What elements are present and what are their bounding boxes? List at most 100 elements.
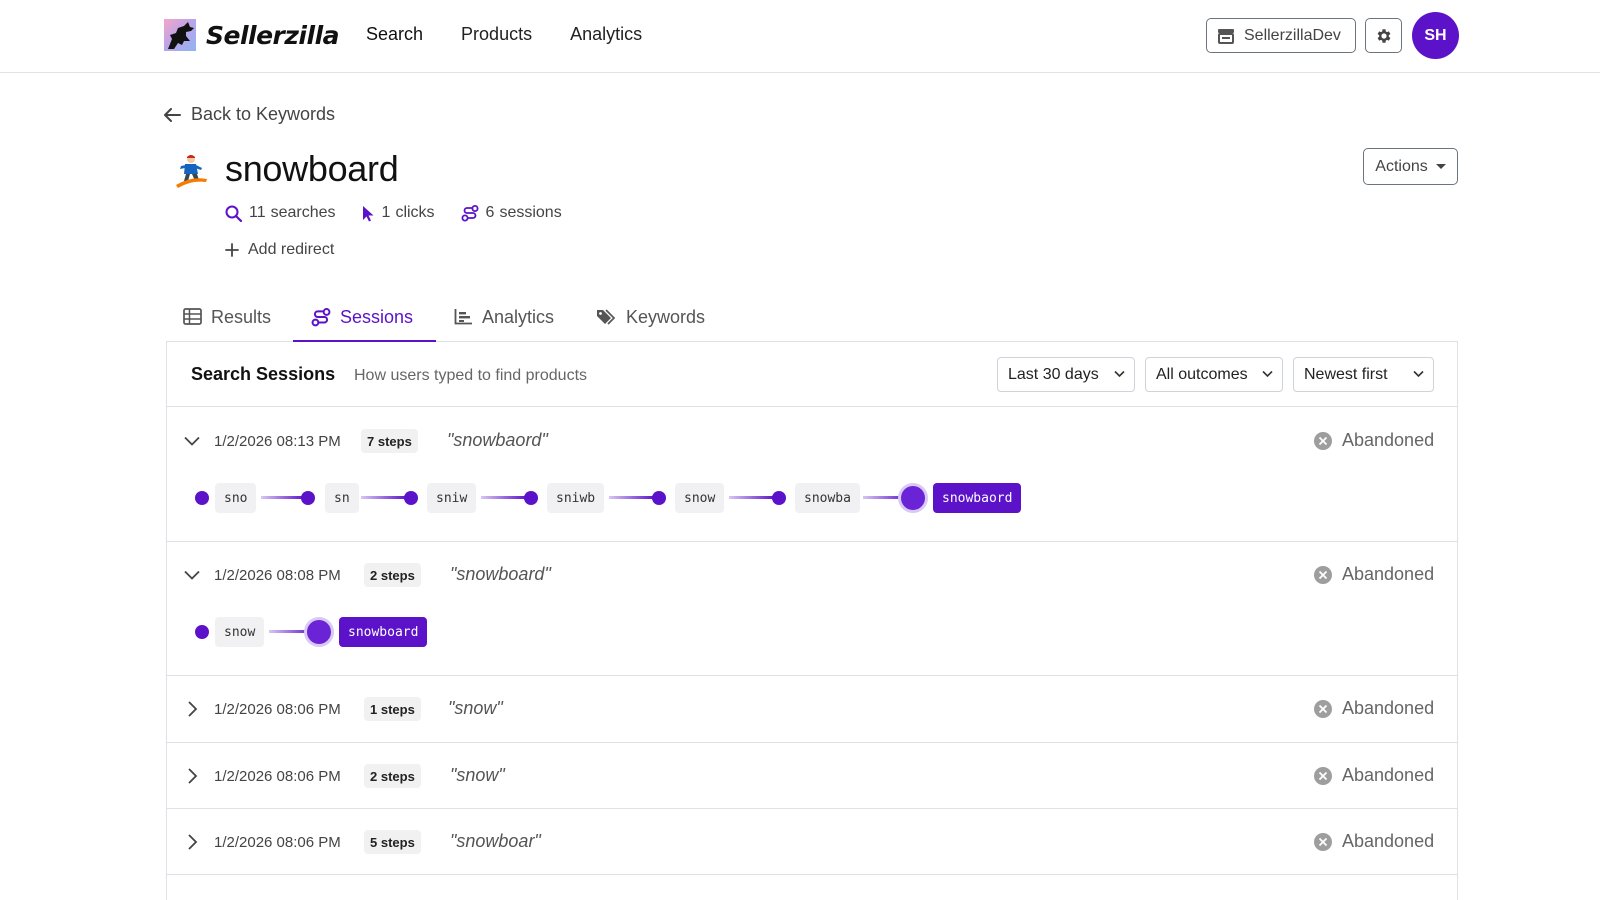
timeline-dot <box>301 491 315 505</box>
session-row-header[interactable]: 1/2/2026 08:06 PM 5 steps "snowboar" Aba… <box>167 809 1457 875</box>
session-query: "snowbaord" <box>447 430 548 450</box>
back-link-label: Back to Keywords <box>191 104 336 124</box>
settings-button[interactable] <box>1365 18 1402 53</box>
timeline-dot-final <box>307 620 331 644</box>
session-outcome: Abandoned <box>1313 564 1434 585</box>
steps-badge: 2 steps <box>364 764 421 788</box>
session-row[interactable]: 1/2/2026 08:13 PM 7 steps "snowbaord" Ab… <box>167 408 1457 542</box>
searches-stat: 11 searches <box>225 204 336 222</box>
sessions-count: 6 <box>485 204 495 221</box>
card-header: Search Sessions How users typed to find … <box>167 342 1457 407</box>
session-row[interactable]: 1/2/2026 08:06 PM 5 steps "snowboar" Aba… <box>167 809 1457 875</box>
outcome-label: Abandoned <box>1342 430 1435 450</box>
timeline-dot-final <box>901 486 925 510</box>
nav-link-products[interactable]: Products <box>461 24 532 45</box>
session-row-header[interactable]: 1/2/2026 08:06 PM 2 steps "snow" Abandon… <box>167 743 1457 809</box>
outcome-label: Abandoned <box>1342 831 1435 851</box>
keystroke-chip: sniw <box>427 483 477 513</box>
card-subtitle: How users typed to find products <box>354 367 588 384</box>
arrow-left-icon <box>164 107 181 122</box>
session-outcome: Abandoned <box>1313 831 1434 852</box>
chevron-down-icon <box>1262 370 1273 378</box>
tab-sessions-label: Sessions <box>340 307 414 327</box>
keystroke-chip: sno <box>215 483 257 513</box>
chevron-right-icon[interactable] <box>183 833 201 851</box>
x-circle-icon <box>1314 766 1332 785</box>
store-switcher-button[interactable]: SellerzillaDev <box>1206 18 1356 53</box>
session-row-header[interactable]: 1/2/2026 08:06 PM 1 steps "snow" Abandon… <box>167 676 1457 742</box>
x-circle-icon <box>1314 431 1332 450</box>
steps-badge: 7 steps <box>361 429 418 453</box>
session-outcome: Abandoned <box>1313 698 1434 719</box>
steps-badge: 1 steps <box>364 697 421 721</box>
session-outcome: Abandoned <box>1313 430 1434 451</box>
session-date: 1/2/2026 08:06 PM <box>214 768 341 785</box>
nav-link-search[interactable]: Search <box>366 24 423 45</box>
outcome-label: Abandoned <box>1342 564 1435 584</box>
timeline-connector <box>261 496 305 499</box>
add-redirect-button[interactable]: Add redirect <box>225 241 334 259</box>
tab-analytics[interactable]: Analytics <box>454 300 584 342</box>
tab-sessions[interactable]: Sessions <box>293 300 436 342</box>
timeline-dot <box>195 491 209 505</box>
date-range-select[interactable]: Last 30 days <box>997 357 1135 392</box>
session-row[interactable]: 1/2/2026 08:06 PM 2 steps "snow" Abandon… <box>167 743 1457 809</box>
chevron-down-icon <box>1114 370 1125 378</box>
sort-select[interactable]: Newest first <box>1293 357 1434 392</box>
tab-results-label: Results <box>211 307 272 327</box>
brand-name: Sellerzilla <box>206 20 340 50</box>
plus-icon <box>225 243 239 257</box>
actions-label: Actions <box>1375 157 1428 175</box>
bar-chart-icon <box>454 309 472 325</box>
timeline-dot <box>772 491 786 505</box>
search-icon <box>225 205 242 222</box>
keyword-tabs: Results Sessions Analytics Keywords <box>166 300 1458 342</box>
session-row[interactable]: 1/2/2026 08:08 PM 2 steps "snowboard" Ab… <box>167 542 1457 676</box>
timeline-connector <box>609 496 655 499</box>
sessions-label: sessions <box>499 204 562 221</box>
nav-link-analytics[interactable]: Analytics <box>570 24 642 45</box>
outcome-select[interactable]: All outcomes <box>1145 357 1283 392</box>
chevron-right-icon[interactable] <box>183 700 201 718</box>
session-row-header[interactable]: 1/2/2026 08:08 PM 2 steps "snowboard" Ab… <box>167 542 1457 608</box>
session-date: 1/2/2026 08:06 PM <box>214 701 341 718</box>
top-navbar: Sellerzilla Search Products Analytics Se… <box>0 0 1600 73</box>
cursor-icon <box>362 205 374 221</box>
clicks-stat: 1 clicks <box>362 204 435 222</box>
tab-results[interactable]: Results <box>183 300 293 342</box>
route-icon <box>311 308 331 327</box>
session-row[interactable]: 1/2/2026 08:06 PM 1 steps "snow" Abandon… <box>167 676 1457 743</box>
snowboarder-icon <box>176 155 207 188</box>
session-date: 1/2/2026 08:08 PM <box>214 567 341 584</box>
chevron-right-icon[interactable] <box>183 767 201 785</box>
tab-keywords[interactable]: Keywords <box>596 300 726 342</box>
searches-label: searches <box>270 204 336 221</box>
route-icon <box>461 204 479 221</box>
session-row-header[interactable]: 1/2/2026 08:13 PM 7 steps "snowbaord" Ab… <box>167 408 1457 474</box>
actions-dropdown-button[interactable]: Actions <box>1363 148 1458 185</box>
date-range-value: Last 30 days <box>1008 365 1099 383</box>
keystroke-chip: snowba <box>795 483 860 513</box>
session-date: 1/2/2026 08:13 PM <box>214 433 341 450</box>
brand[interactable]: Sellerzilla <box>164 18 340 52</box>
timeline-connector <box>481 496 527 499</box>
x-circle-icon <box>1314 565 1332 584</box>
card-title: Search Sessions <box>191 364 336 384</box>
chevron-down-icon[interactable] <box>183 432 201 450</box>
final-query-chip: snowboard <box>339 617 428 647</box>
table-icon <box>183 308 202 325</box>
store-name: SellerzillaDev <box>1244 26 1341 44</box>
keyword-stats: 11 searches 1 clicks 6 sessions <box>225 204 588 222</box>
back-to-keywords-link[interactable]: Back to Keywords <box>164 104 335 125</box>
gear-icon <box>1377 28 1390 43</box>
chevron-down-icon[interactable] <box>183 566 201 584</box>
searches-count: 11 <box>249 204 266 221</box>
outcome-label: Abandoned <box>1342 765 1435 785</box>
keystroke-chip: snow <box>675 483 725 513</box>
tab-analytics-label: Analytics <box>482 307 555 327</box>
timeline-connector <box>361 496 407 499</box>
search-sessions-card: Search Sessions How users typed to find … <box>166 342 1458 900</box>
user-avatar[interactable]: SH <box>1412 12 1459 59</box>
timeline-dot <box>404 491 418 505</box>
final-query-chip: snowbaord <box>933 483 1022 513</box>
